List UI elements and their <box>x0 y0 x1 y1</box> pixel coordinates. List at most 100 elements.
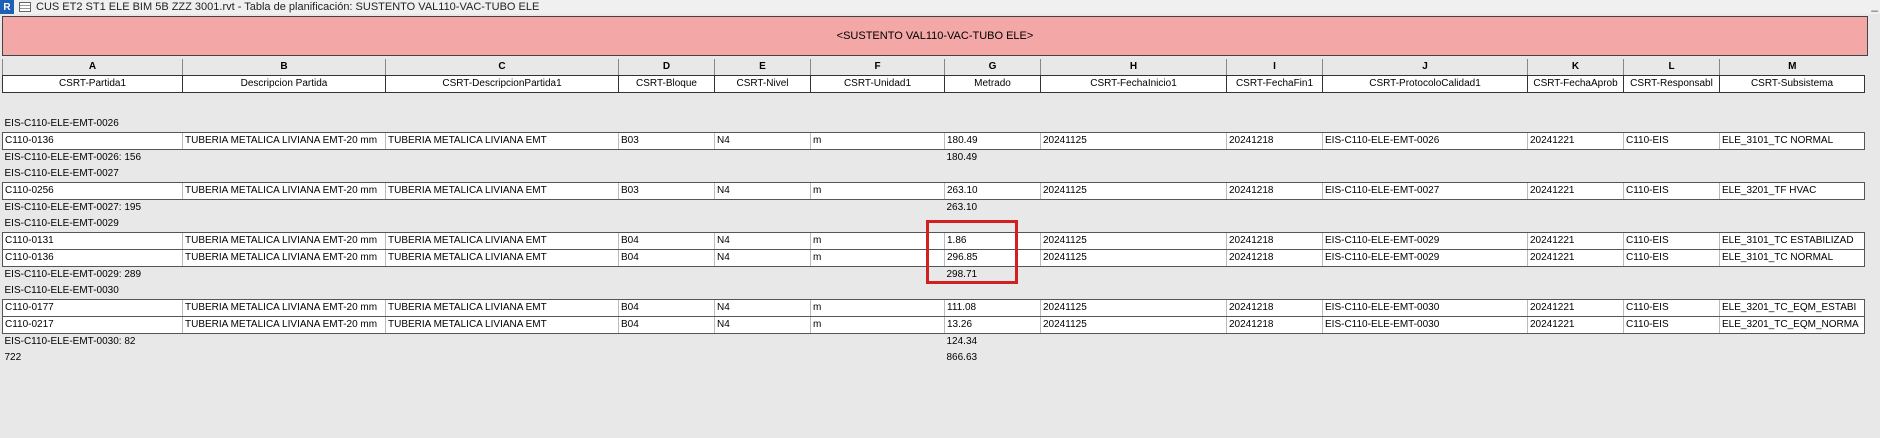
column-header[interactable]: CSRT-Nivel <box>714 75 811 93</box>
table-cell[interactable]: 20241221 <box>1527 232 1624 250</box>
table-cell[interactable]: TUBERIA METALICA LIVIANA EMT-20 mm <box>182 232 386 250</box>
table-cell[interactable]: 20241221 <box>1527 299 1624 317</box>
table-cell[interactable]: 20241218 <box>1226 249 1323 267</box>
table-cell[interactable]: TUBERIA METALICA LIVIANA EMT <box>385 299 619 317</box>
table-cell[interactable]: C110-0136 <box>2 249 183 267</box>
table-cell[interactable]: EIS-C110-ELE-EMT-0026 <box>1322 132 1528 150</box>
table-cell[interactable]: ELE_3101_TC ESTABILIZAD <box>1719 232 1865 250</box>
table-cell[interactable]: C110-0131 <box>2 232 183 250</box>
table-cell[interactable]: C110-0136 <box>2 132 183 150</box>
table-cell[interactable]: TUBERIA METALICA LIVIANA EMT-20 mm <box>182 299 386 317</box>
table-cell[interactable]: TUBERIA METALICA LIVIANA EMT <box>385 132 619 150</box>
table-cell[interactable]: C110-EIS <box>1623 316 1720 334</box>
column-header[interactable]: CSRT-Unidad1 <box>810 75 945 93</box>
column-letter[interactable]: L <box>1623 59 1720 75</box>
column-letter[interactable]: C <box>385 59 619 75</box>
table-cell[interactable]: 180.49 <box>944 132 1041 150</box>
column-header[interactable]: CSRT-DescripcionPartida1 <box>385 75 619 93</box>
table-cell[interactable]: C110-EIS <box>1623 182 1720 200</box>
table-cell[interactable]: C110-EIS <box>1623 299 1720 317</box>
table-cell[interactable]: C110-0177 <box>2 299 183 317</box>
table-cell[interactable]: 20241221 <box>1527 316 1624 334</box>
table-row[interactable]: C110-0217 TUBERIA METALICA LIVIANA EMT-20… <box>2 316 1865 334</box>
column-letter[interactable]: J <box>1322 59 1528 75</box>
table-cell[interactable]: 20241125 <box>1040 299 1227 317</box>
table-cell[interactable]: TUBERIA METALICA LIVIANA EMT <box>385 182 619 200</box>
column-header[interactable]: CSRT-Responsabl <box>1623 75 1720 93</box>
table-row[interactable]: C110-0136 TUBERIA METALICA LIVIANA EMT-20… <box>2 249 1865 267</box>
table-cell[interactable]: ELE_3101_TC NORMAL <box>1719 132 1865 150</box>
table-cell[interactable]: 13.26 <box>944 316 1041 334</box>
table-cell[interactable]: C110-EIS <box>1623 132 1720 150</box>
table-cell[interactable]: 263.10 <box>944 182 1041 200</box>
table-cell[interactable]: 20241221 <box>1527 249 1624 267</box>
table-cell[interactable]: 20241218 <box>1226 232 1323 250</box>
table-cell[interactable]: B04 <box>618 316 715 334</box>
column-header[interactable]: CSRT-Subsistema <box>1719 75 1865 93</box>
table-row[interactable]: C110-0256 TUBERIA METALICA LIVIANA EMT-20… <box>2 182 1865 200</box>
table-cell[interactable]: 20241125 <box>1040 232 1227 250</box>
group-header-row[interactable]: EIS-C110-ELE-EMT-0026 <box>3 116 1865 133</box>
table-cell[interactable]: TUBERIA METALICA LIVIANA EMT <box>385 249 619 267</box>
table-cell[interactable]: ELE_3201_TC_EQM_NORMA <box>1719 316 1865 334</box>
revit-app-icon[interactable]: R <box>0 0 14 14</box>
table-cell[interactable]: N4 <box>714 316 811 334</box>
table-cell[interactable]: TUBERIA METALICA LIVIANA EMT <box>385 232 619 250</box>
table-cell[interactable]: m <box>810 316 945 334</box>
table-cell[interactable]: N4 <box>714 232 811 250</box>
table-cell[interactable]: ELE_3201_TF HVAC <box>1719 182 1865 200</box>
column-letter[interactable]: K <box>1527 59 1624 75</box>
column-header[interactable]: Metrado <box>944 75 1041 93</box>
column-letter[interactable]: I <box>1226 59 1323 75</box>
table-cell[interactable]: EIS-C110-ELE-EMT-0029 <box>1322 249 1528 267</box>
table-cell[interactable]: EIS-C110-ELE-EMT-0027 <box>1322 182 1528 200</box>
table-cell[interactable]: 20241218 <box>1226 182 1323 200</box>
table-cell[interactable]: m <box>810 299 945 317</box>
table-cell[interactable]: B04 <box>618 249 715 267</box>
column-header[interactable]: Descripcion Partida <box>182 75 386 93</box>
table-cell[interactable]: 111.08 <box>944 299 1041 317</box>
column-header[interactable]: CSRT-Partida1 <box>2 75 183 93</box>
table-cell[interactable]: 20241221 <box>1527 132 1624 150</box>
table-cell[interactable]: 20241221 <box>1527 182 1624 200</box>
table-row[interactable]: C110-0136 TUBERIA METALICA LIVIANA EMT-20… <box>2 132 1865 150</box>
table-cell[interactable]: N4 <box>714 132 811 150</box>
column-header[interactable]: CSRT-FechaInicio1 <box>1040 75 1227 93</box>
table-cell[interactable]: m <box>810 249 945 267</box>
table-cell[interactable]: EIS-C110-ELE-EMT-0030 <box>1322 299 1528 317</box>
column-letter[interactable]: E <box>714 59 811 75</box>
table-cell[interactable]: C110-0256 <box>2 182 183 200</box>
column-letter[interactable]: G <box>944 59 1041 75</box>
table-cell[interactable]: C110-EIS <box>1623 232 1720 250</box>
group-header-row[interactable]: EIS-C110-ELE-EMT-0029 <box>3 216 1865 233</box>
table-cell[interactable]: m <box>810 232 945 250</box>
table-row[interactable]: C110-0131 TUBERIA METALICA LIVIANA EMT-20… <box>2 232 1865 250</box>
table-cell[interactable]: 20241125 <box>1040 132 1227 150</box>
column-letter[interactable]: D <box>618 59 715 75</box>
table-cell[interactable]: m <box>810 132 945 150</box>
column-letter[interactable]: F <box>810 59 945 75</box>
table-cell[interactable]: C110-0217 <box>2 316 183 334</box>
table-cell[interactable]: 20241218 <box>1226 299 1323 317</box>
column-header[interactable]: CSRT-ProtocoloCalidad1 <box>1322 75 1528 93</box>
table-cell[interactable]: N4 <box>714 249 811 267</box>
table-cell[interactable]: B04 <box>618 232 715 250</box>
table-cell[interactable]: TUBERIA METALICA LIVIANA EMT-20 mm <box>182 132 386 150</box>
table-cell[interactable]: C110-EIS <box>1623 249 1720 267</box>
table-cell[interactable]: TUBERIA METALICA LIVIANA EMT-20 mm <box>182 316 386 334</box>
table-cell[interactable]: EIS-C110-ELE-EMT-0030 <box>1322 316 1528 334</box>
table-cell[interactable]: 20241125 <box>1040 249 1227 267</box>
column-letter[interactable]: B <box>182 59 386 75</box>
table-cell[interactable]: 20241125 <box>1040 316 1227 334</box>
table-cell[interactable]: B03 <box>618 182 715 200</box>
table-cell[interactable]: 1.86 <box>944 232 1041 250</box>
table-cell[interactable]: 296.85 <box>944 249 1041 267</box>
table-cell[interactable]: 20241125 <box>1040 182 1227 200</box>
column-header[interactable]: CSRT-FechaFin1 <box>1226 75 1323 93</box>
table-cell[interactable]: TUBERIA METALICA LIVIANA EMT <box>385 316 619 334</box>
table-cell[interactable]: ELE_3101_TC NORMAL <box>1719 249 1865 267</box>
table-cell[interactable]: B03 <box>618 132 715 150</box>
table-cell[interactable]: TUBERIA METALICA LIVIANA EMT-20 mm <box>182 249 386 267</box>
column-header[interactable]: CSRT-FechaAprob <box>1527 75 1624 93</box>
column-letter[interactable]: H <box>1040 59 1227 75</box>
